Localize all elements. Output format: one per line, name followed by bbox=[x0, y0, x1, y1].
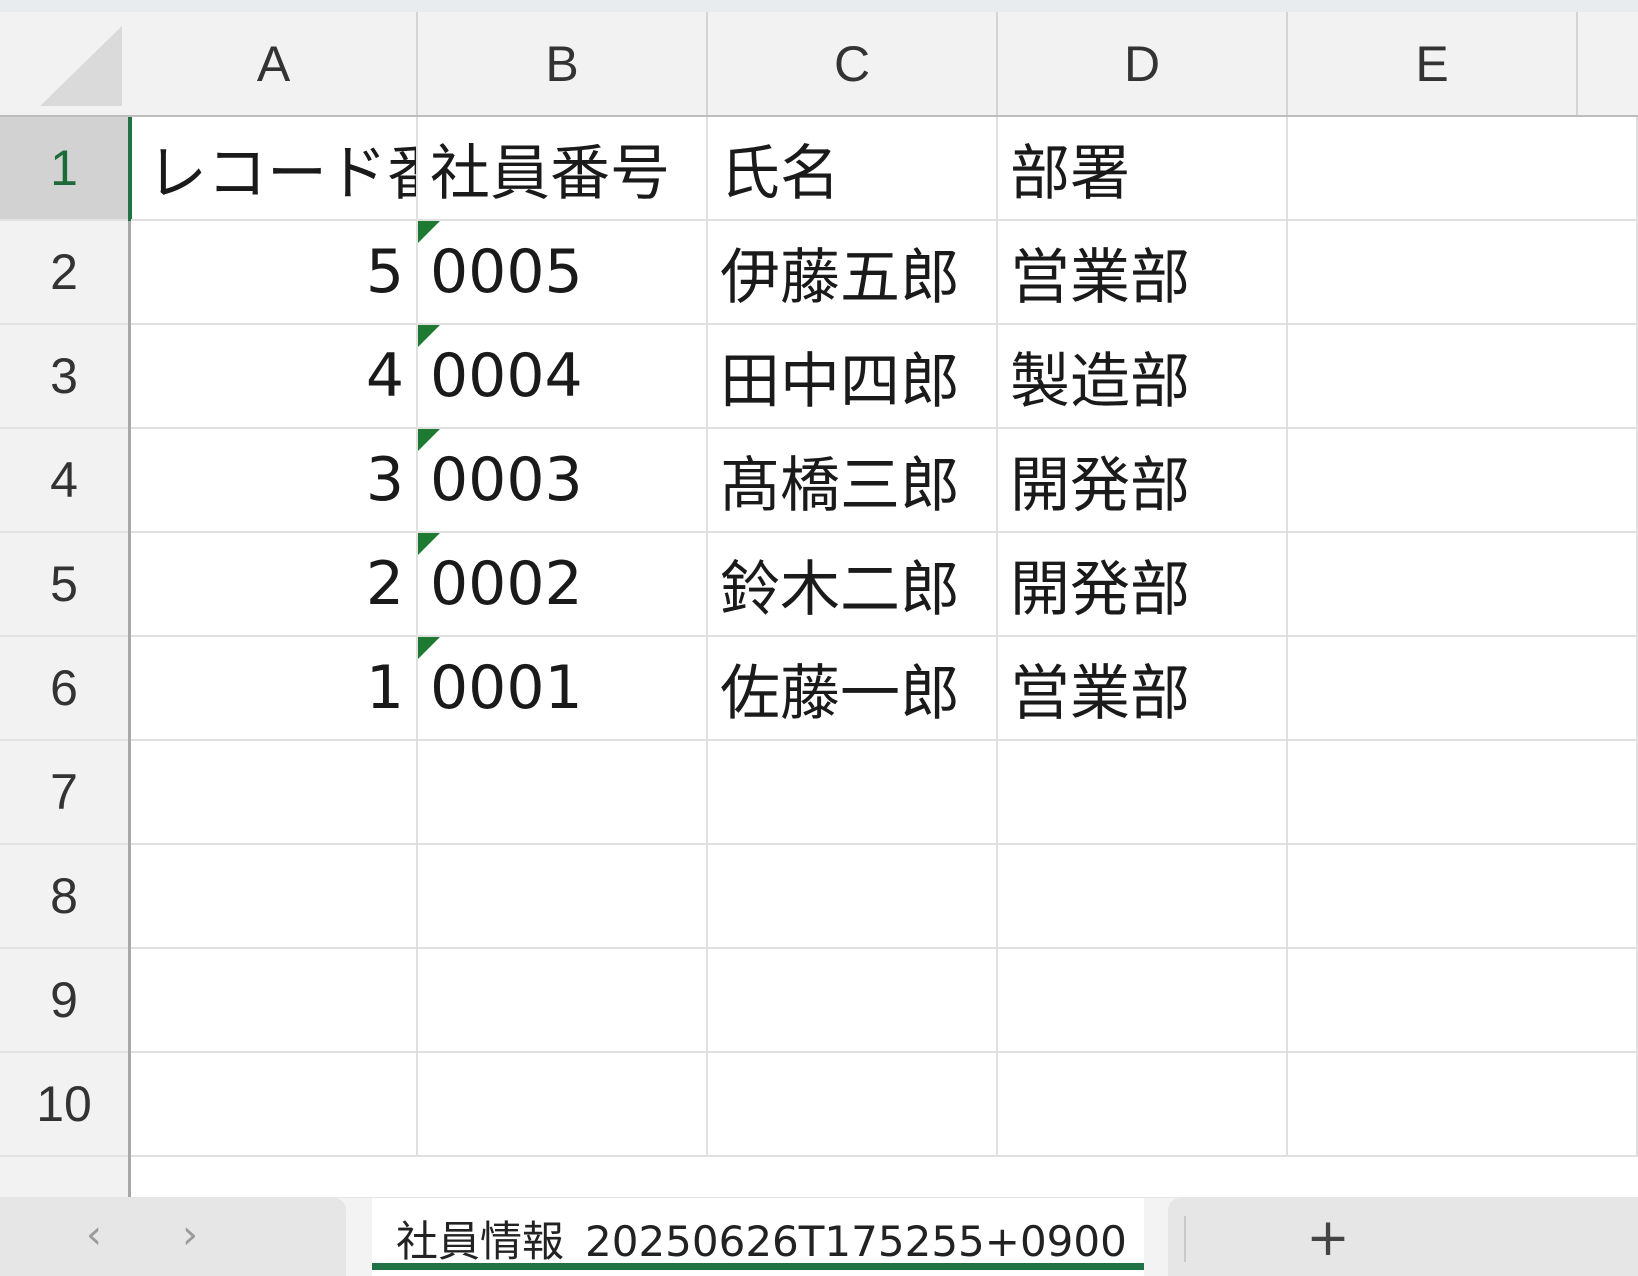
row-header-10[interactable]: 10 bbox=[0, 1053, 128, 1157]
cell-b3-value: 0004 bbox=[430, 341, 583, 411]
sheet-actions-group: + bbox=[1168, 1198, 1638, 1276]
cell-grid: レコード番号 社員番号 氏名 部署 5 0005 伊藤五郎 営業部 4 0004… bbox=[131, 117, 1638, 1197]
cell-e4[interactable] bbox=[1288, 429, 1638, 533]
select-all-triangle-icon[interactable] bbox=[40, 26, 122, 106]
row-header-9[interactable]: 9 bbox=[0, 949, 128, 1053]
column-header-e[interactable]: E bbox=[1288, 12, 1578, 115]
cell-e5[interactable] bbox=[1288, 533, 1638, 637]
cell-c1[interactable]: 氏名 bbox=[708, 117, 998, 221]
cell-e2[interactable] bbox=[1288, 221, 1638, 325]
cell-c8[interactable] bbox=[708, 845, 998, 949]
cell-a2[interactable]: 5 bbox=[131, 221, 418, 325]
row-header-4[interactable]: 4 bbox=[0, 429, 128, 533]
sheet-tab-underline bbox=[372, 1263, 1144, 1270]
row-header-2[interactable]: 2 bbox=[0, 221, 128, 325]
cell-e1[interactable] bbox=[1288, 117, 1638, 221]
cell-d1[interactable]: 部署 bbox=[998, 117, 1288, 221]
cell-e8[interactable] bbox=[1288, 845, 1638, 949]
cell-c3[interactable]: 田中四郎 bbox=[708, 325, 998, 429]
row-header-5[interactable]: 5 bbox=[0, 533, 128, 637]
cell-c6[interactable]: 佐藤一郎 bbox=[708, 637, 998, 741]
chevron-right-icon[interactable]: › bbox=[168, 1210, 212, 1260]
row-header-6[interactable]: 6 bbox=[0, 637, 128, 741]
cell-b10[interactable] bbox=[418, 1053, 708, 1157]
cell-e6[interactable] bbox=[1288, 637, 1638, 741]
cell-e7[interactable] bbox=[1288, 741, 1638, 845]
cell-a6[interactable]: 1 bbox=[131, 637, 418, 741]
cell-d10[interactable] bbox=[998, 1053, 1288, 1157]
cell-b5-value: 0002 bbox=[430, 549, 583, 619]
column-header-d[interactable]: D bbox=[998, 12, 1288, 115]
cell-b5[interactable]: 0002 bbox=[418, 533, 708, 637]
cell-d8[interactable] bbox=[998, 845, 1288, 949]
column-header-c[interactable]: C bbox=[708, 12, 998, 115]
cell-b3[interactable]: 0004 bbox=[418, 325, 708, 429]
window-top-strip bbox=[0, 0, 1638, 12]
sheet-tab-bar: ‹ › 社員情報_20250626T175255+0900 + bbox=[0, 1197, 1638, 1276]
tab-divider bbox=[1184, 1216, 1186, 1262]
cell-d7[interactable] bbox=[998, 741, 1288, 845]
row-header-8[interactable]: 8 bbox=[0, 845, 128, 949]
cell-c4[interactable]: 髙橋三郎 bbox=[708, 429, 998, 533]
number-as-text-warning-icon bbox=[418, 533, 440, 555]
cell-d6[interactable]: 営業部 bbox=[998, 637, 1288, 741]
column-header-a[interactable]: A bbox=[131, 12, 418, 115]
cell-b4-value: 0003 bbox=[430, 445, 583, 515]
number-as-text-warning-icon bbox=[418, 221, 440, 243]
cell-b6-value: 0001 bbox=[430, 653, 583, 723]
cell-e9[interactable] bbox=[1288, 949, 1638, 1053]
add-sheet-button[interactable]: + bbox=[1298, 1208, 1358, 1268]
cell-a8[interactable] bbox=[131, 845, 418, 949]
cell-a7[interactable] bbox=[131, 741, 418, 845]
sheet-tab-label: 社員情報_20250626T175255+0900 bbox=[396, 1217, 1127, 1266]
cell-a5[interactable]: 2 bbox=[131, 533, 418, 637]
number-as-text-warning-icon bbox=[418, 637, 440, 659]
cell-d9[interactable] bbox=[998, 949, 1288, 1053]
cell-c2[interactable]: 伊藤五郎 bbox=[708, 221, 998, 325]
cell-c7[interactable] bbox=[708, 741, 998, 845]
cell-b6[interactable]: 0001 bbox=[418, 637, 708, 741]
cell-b9[interactable] bbox=[418, 949, 708, 1053]
cell-e10[interactable] bbox=[1288, 1053, 1638, 1157]
cell-a1[interactable]: レコード番号 bbox=[131, 117, 418, 221]
cell-b1[interactable]: 社員番号 bbox=[418, 117, 708, 221]
number-as-text-warning-icon bbox=[418, 429, 440, 451]
sheet-tab-active[interactable]: 社員情報_20250626T175255+0900 bbox=[372, 1198, 1144, 1276]
cell-a3[interactable]: 4 bbox=[131, 325, 418, 429]
cell-c10[interactable] bbox=[708, 1053, 998, 1157]
cell-a10[interactable] bbox=[131, 1053, 418, 1157]
cell-b2-value: 0005 bbox=[430, 237, 583, 307]
cell-d4[interactable]: 開発部 bbox=[998, 429, 1288, 533]
number-as-text-warning-icon bbox=[418, 325, 440, 347]
cell-a4[interactable]: 3 bbox=[131, 429, 418, 533]
cell-b4[interactable]: 0003 bbox=[418, 429, 708, 533]
cell-b2[interactable]: 0005 bbox=[418, 221, 708, 325]
row-header-3[interactable]: 3 bbox=[0, 325, 128, 429]
select-all-corner[interactable] bbox=[0, 12, 131, 115]
cell-b7[interactable] bbox=[418, 741, 708, 845]
cell-d3[interactable]: 製造部 bbox=[998, 325, 1288, 429]
cell-e3[interactable] bbox=[1288, 325, 1638, 429]
cell-c9[interactable] bbox=[708, 949, 998, 1053]
sheet-nav-group: ‹ › bbox=[0, 1198, 346, 1276]
column-header-b[interactable]: B bbox=[418, 12, 708, 115]
row-header-bar: 1 2 3 4 5 6 7 8 9 10 bbox=[0, 117, 131, 1197]
chevron-left-icon[interactable]: ‹ bbox=[72, 1210, 116, 1260]
cell-b8[interactable] bbox=[418, 845, 708, 949]
row-header-1[interactable]: 1 bbox=[0, 117, 128, 221]
cell-d5[interactable]: 開発部 bbox=[998, 533, 1288, 637]
cell-a9[interactable] bbox=[131, 949, 418, 1053]
cell-d2[interactable]: 営業部 bbox=[998, 221, 1288, 325]
row-header-7[interactable]: 7 bbox=[0, 741, 128, 845]
worksheet: A B C D E 1 2 3 4 5 6 7 8 9 10 レコード番号 社員… bbox=[0, 12, 1638, 1197]
cell-c5[interactable]: 鈴木二郎 bbox=[708, 533, 998, 637]
